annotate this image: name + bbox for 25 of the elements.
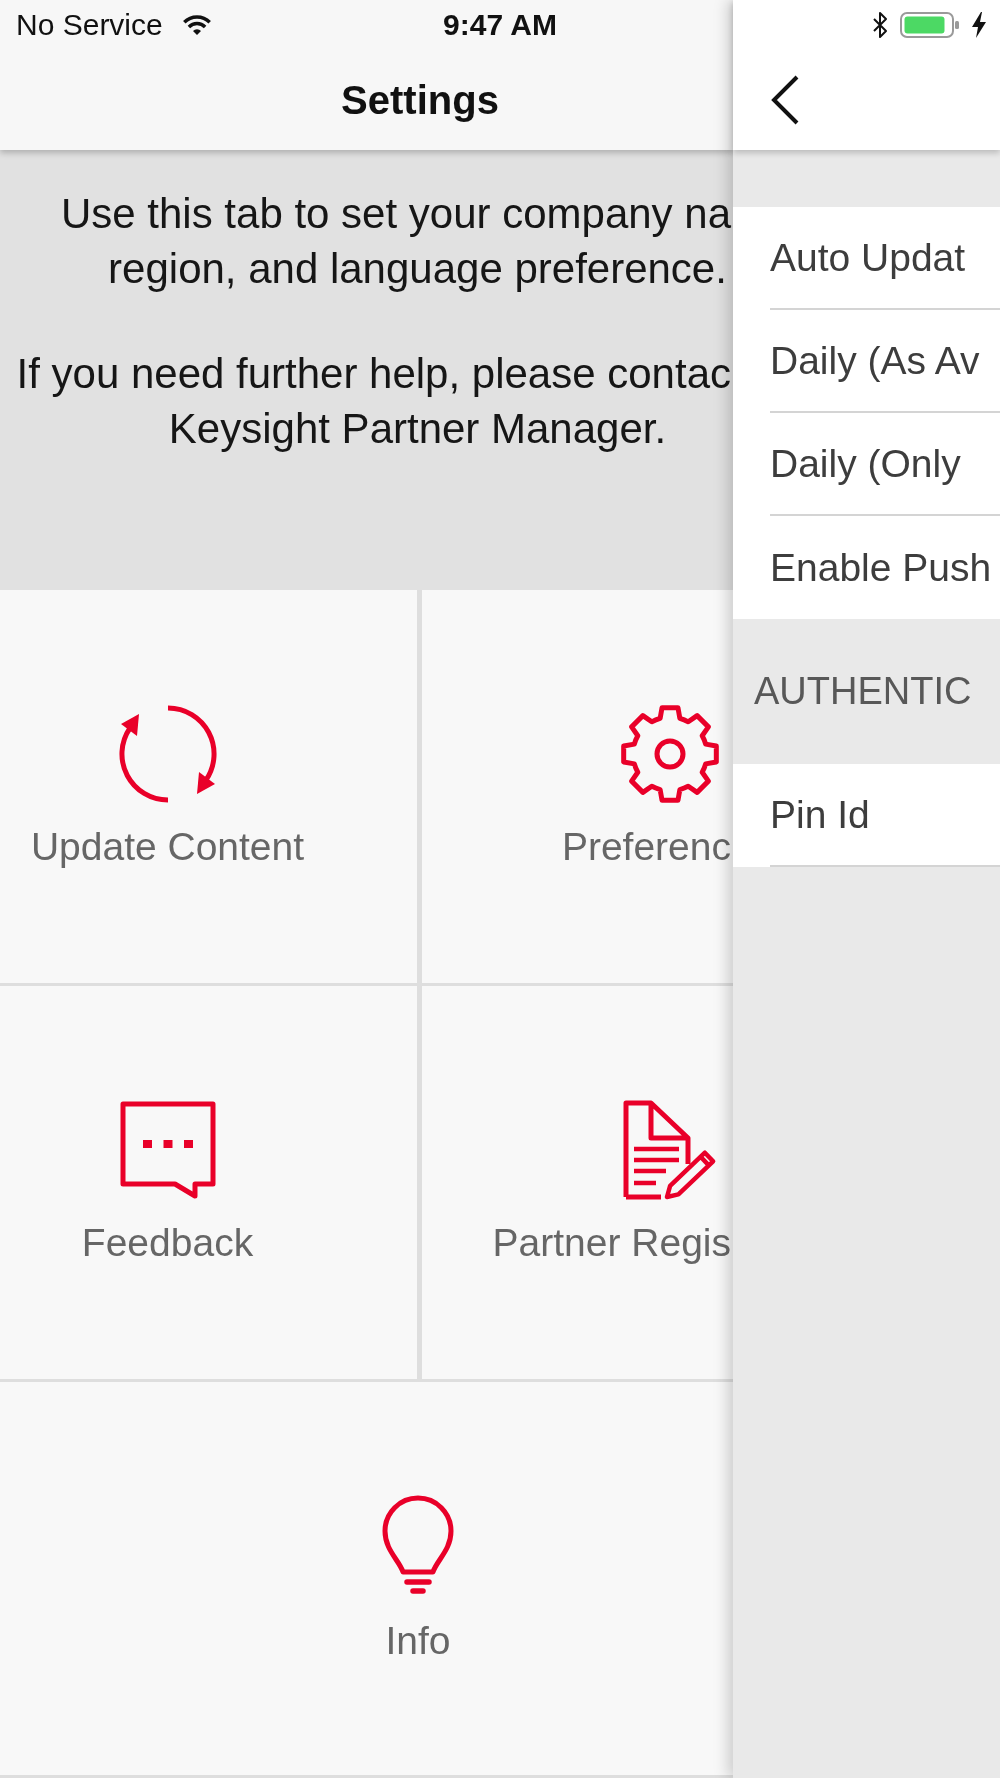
- chevron-left-icon: [769, 74, 801, 126]
- carrier-label: No Service: [16, 8, 163, 42]
- refresh-icon: [117, 703, 218, 804]
- list-row[interactable]: Enable Push: [770, 516, 1000, 619]
- battery-icon: [900, 12, 960, 38]
- list-row[interactable]: Daily (As Av: [770, 310, 1000, 413]
- tile-button[interactable]: Feedback: [0, 986, 417, 1379]
- clock-time: 9:47 AM: [443, 8, 557, 42]
- back-button[interactable]: [769, 74, 801, 126]
- list-row[interactable]: Pin Id: [770, 764, 1000, 867]
- description-text: If you need further help, please contac Keysight Partner Manager.: [15, 349, 731, 454]
- list-row[interactable]: Auto Updat: [770, 207, 1000, 310]
- description-text: Use this tab to set your company na region, and language preference.: [60, 189, 731, 294]
- document-pencil-icon: [623, 1099, 717, 1200]
- page-title: Settings: [341, 77, 499, 123]
- tile-button[interactable]: Update Content: [0, 590, 417, 983]
- charging-bolt-icon: [972, 12, 986, 38]
- bluetooth-icon: [872, 11, 888, 39]
- gear-icon: [620, 703, 720, 804]
- speech-bubble-icon: [118, 1099, 217, 1200]
- tile-button[interactable]: Partner Regis: [422, 986, 733, 1379]
- tile-button[interactable]: Preferenc: [422, 590, 733, 983]
- tile-button[interactable]: Info: [0, 1382, 733, 1775]
- list-row[interactable]: Daily (Only: [770, 413, 1000, 516]
- section-header: AUTHENTIC: [754, 670, 972, 713]
